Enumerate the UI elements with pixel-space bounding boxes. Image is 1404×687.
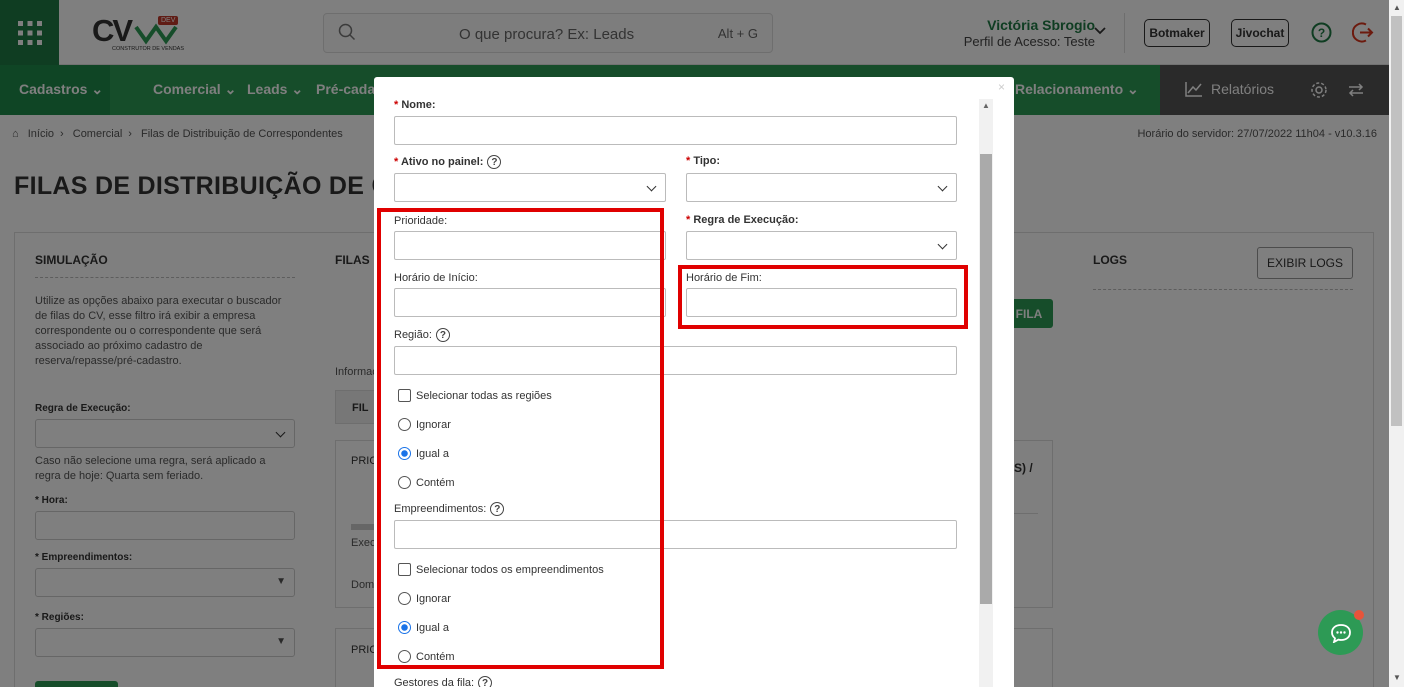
scroll-down-icon[interactable]: ▼ bbox=[1393, 673, 1401, 682]
ativo-select[interactable] bbox=[394, 173, 666, 202]
ativo-label: * Ativo no painel:? bbox=[394, 155, 502, 169]
regra-label-text: Regra de Execução: bbox=[693, 214, 799, 226]
chat-bubble-icon bbox=[1330, 623, 1351, 643]
nome-label-text: Nome: bbox=[401, 99, 436, 111]
modal-scrollbar[interactable]: ▲ bbox=[979, 99, 993, 687]
highlight-box-left bbox=[377, 208, 664, 669]
page-scroll-thumb[interactable] bbox=[1391, 16, 1402, 426]
regra-execucao-select[interactable] bbox=[686, 231, 957, 260]
tipo-select[interactable] bbox=[686, 173, 957, 202]
modal-scroll-thumb[interactable] bbox=[980, 154, 992, 604]
ativo-label-text: Ativo no painel: bbox=[400, 155, 484, 168]
highlight-box-right bbox=[678, 265, 968, 329]
chat-widget-button[interactable] bbox=[1318, 610, 1364, 655]
page: CV DEV CONSTRUTOR DE VENDAS O que procur… bbox=[0, 0, 1389, 687]
scroll-up-icon[interactable]: ▲ bbox=[1393, 3, 1401, 12]
gestores-label-text: Gestores da fila: bbox=[394, 676, 475, 687]
regra-execucao-label: * Regra de Execução: bbox=[686, 214, 799, 226]
help-icon[interactable]: ? bbox=[487, 155, 502, 169]
help-icon[interactable]: ? bbox=[478, 676, 493, 687]
nome-input[interactable] bbox=[394, 116, 957, 145]
gestores-label: Gestores da fila:? bbox=[394, 676, 493, 687]
tipo-label: * Tipo: bbox=[686, 155, 721, 167]
close-icon[interactable]: × bbox=[998, 80, 1005, 94]
page-scrollbar[interactable]: ▲ ▼ bbox=[1389, 0, 1404, 687]
nome-label: * Nome: bbox=[394, 99, 436, 111]
notification-dot bbox=[1354, 610, 1364, 620]
tipo-label-text: Tipo: bbox=[693, 155, 721, 167]
scroll-up-icon[interactable]: ▲ bbox=[982, 101, 990, 110]
